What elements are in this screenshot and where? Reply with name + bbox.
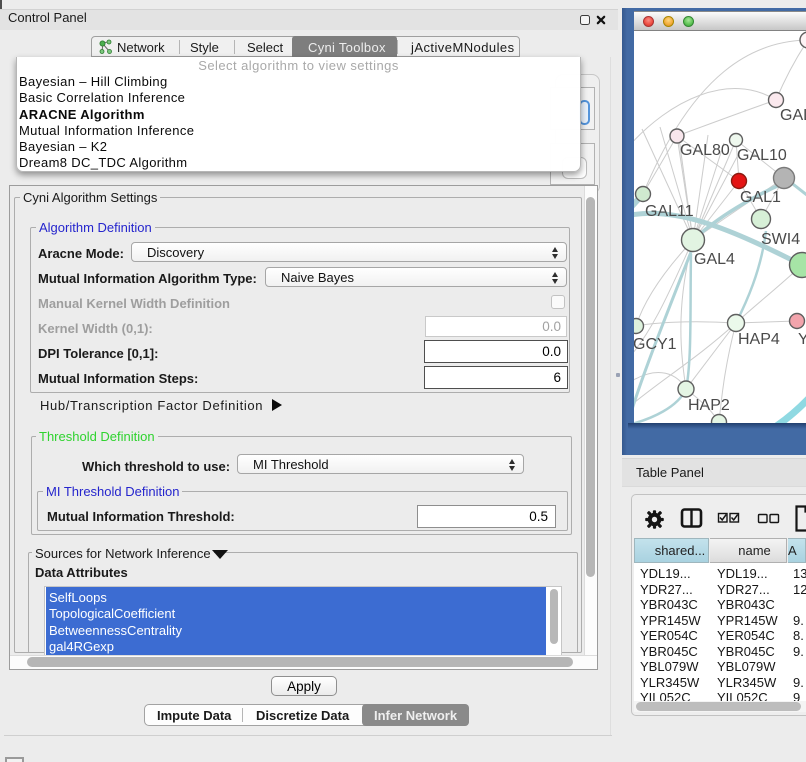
svg-text:HAP4: HAP4	[738, 331, 780, 348]
svg-text:GAL80: GAL80	[680, 142, 730, 159]
svg-text:GAL2: GAL2	[780, 107, 806, 124]
svg-text:GAL11: GAL11	[645, 203, 694, 220]
svg-text:SWI4: SWI4	[761, 231, 800, 248]
svg-text:GAL1: GAL1	[740, 189, 781, 206]
svg-text:GAL4: GAL4	[694, 251, 735, 268]
svg-text:GAL10: GAL10	[737, 147, 787, 164]
svg-text:GCY1: GCY1	[634, 336, 677, 353]
svg-text:HAP2: HAP2	[688, 397, 730, 414]
svg-text:Y: Y	[798, 331, 806, 348]
